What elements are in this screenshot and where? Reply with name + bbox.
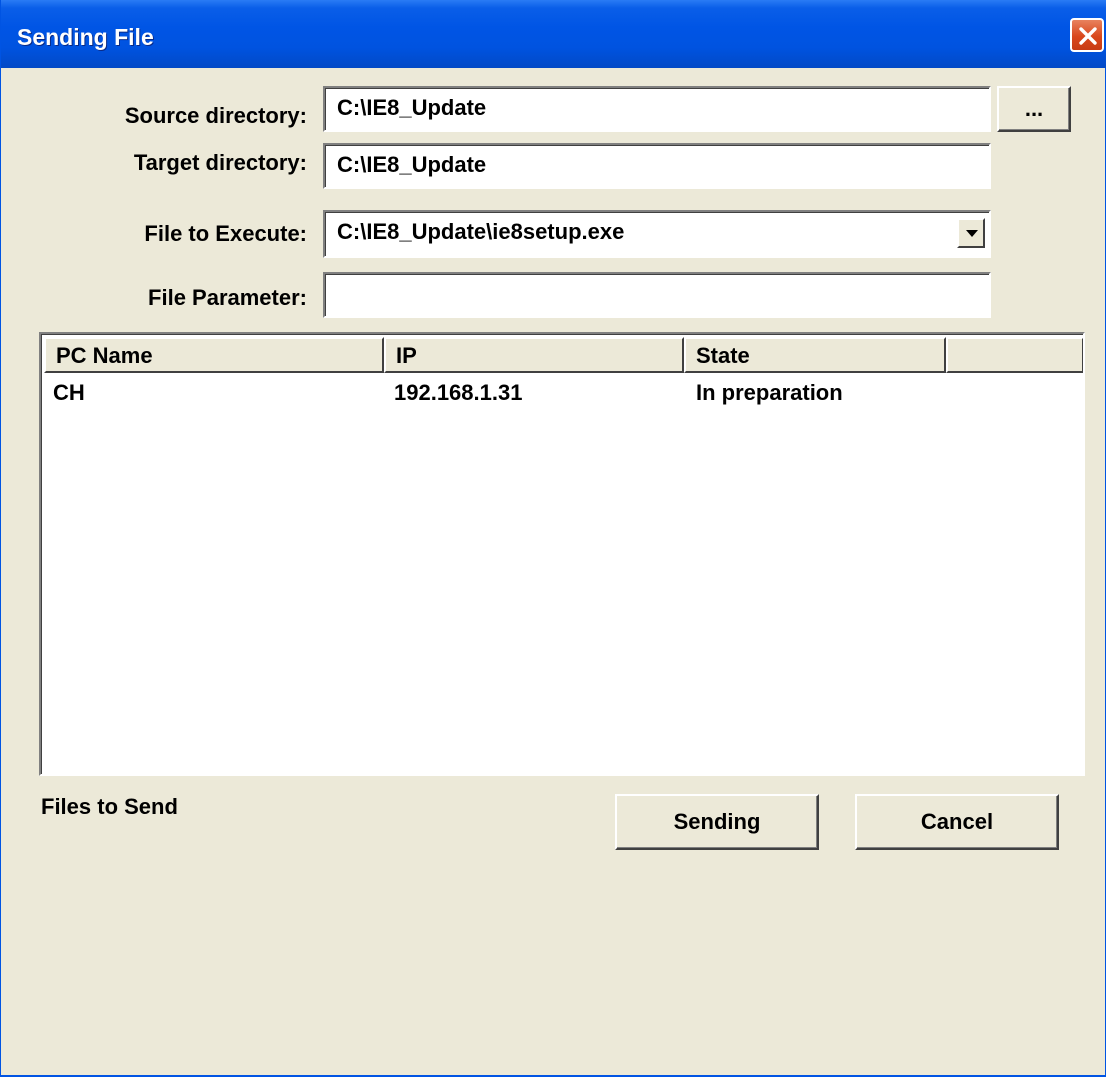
list-header: PC Name IP State	[44, 337, 1083, 373]
sending-button[interactable]: Sending	[615, 794, 819, 850]
cancel-button[interactable]: Cancel	[855, 794, 1059, 850]
file-to-execute-select[interactable]: C:\IE8_Update\ie8setup.exe	[323, 210, 991, 258]
browse-button[interactable]: ...	[997, 86, 1071, 132]
source-directory-label: Source directory:	[124, 103, 307, 128]
close-x-icon	[1079, 27, 1097, 45]
column-state[interactable]: State	[684, 337, 946, 373]
sending-file-dialog: Sending File Source directory: C:\IE8_Up…	[0, 0, 1106, 1077]
file-to-execute-label: File to Execute:	[144, 221, 307, 246]
chevron-down-icon	[966, 230, 978, 237]
cell-pc-name: CH	[53, 380, 85, 405]
column-ip[interactable]: IP	[384, 337, 684, 373]
target-directory-label: Target directory:	[133, 150, 307, 175]
file-to-execute-value: C:\IE8_Update\ie8setup.exe	[337, 219, 625, 244]
window-title: Sending File	[17, 24, 154, 50]
cell-ip: 192.168.1.31	[394, 380, 523, 405]
source-directory-field[interactable]: C:\IE8_Update	[323, 86, 991, 132]
file-parameter-field[interactable]	[323, 272, 991, 318]
files-to-send-label: Files to Send	[41, 794, 178, 819]
cell-state: In preparation	[696, 380, 843, 405]
file-parameter-label: File Parameter:	[148, 285, 307, 310]
close-button[interactable]	[1070, 18, 1104, 52]
title-bar[interactable]: Sending File	[1, 0, 1106, 68]
column-extra[interactable]	[946, 337, 1083, 373]
column-pc-name[interactable]: PC Name	[44, 337, 384, 373]
target-directory-field[interactable]: C:\IE8_Update	[323, 143, 991, 189]
pc-list[interactable]: PC Name IP State CH 192.168.1.31 In prep…	[39, 332, 1085, 776]
dropdown-button[interactable]	[957, 218, 985, 248]
